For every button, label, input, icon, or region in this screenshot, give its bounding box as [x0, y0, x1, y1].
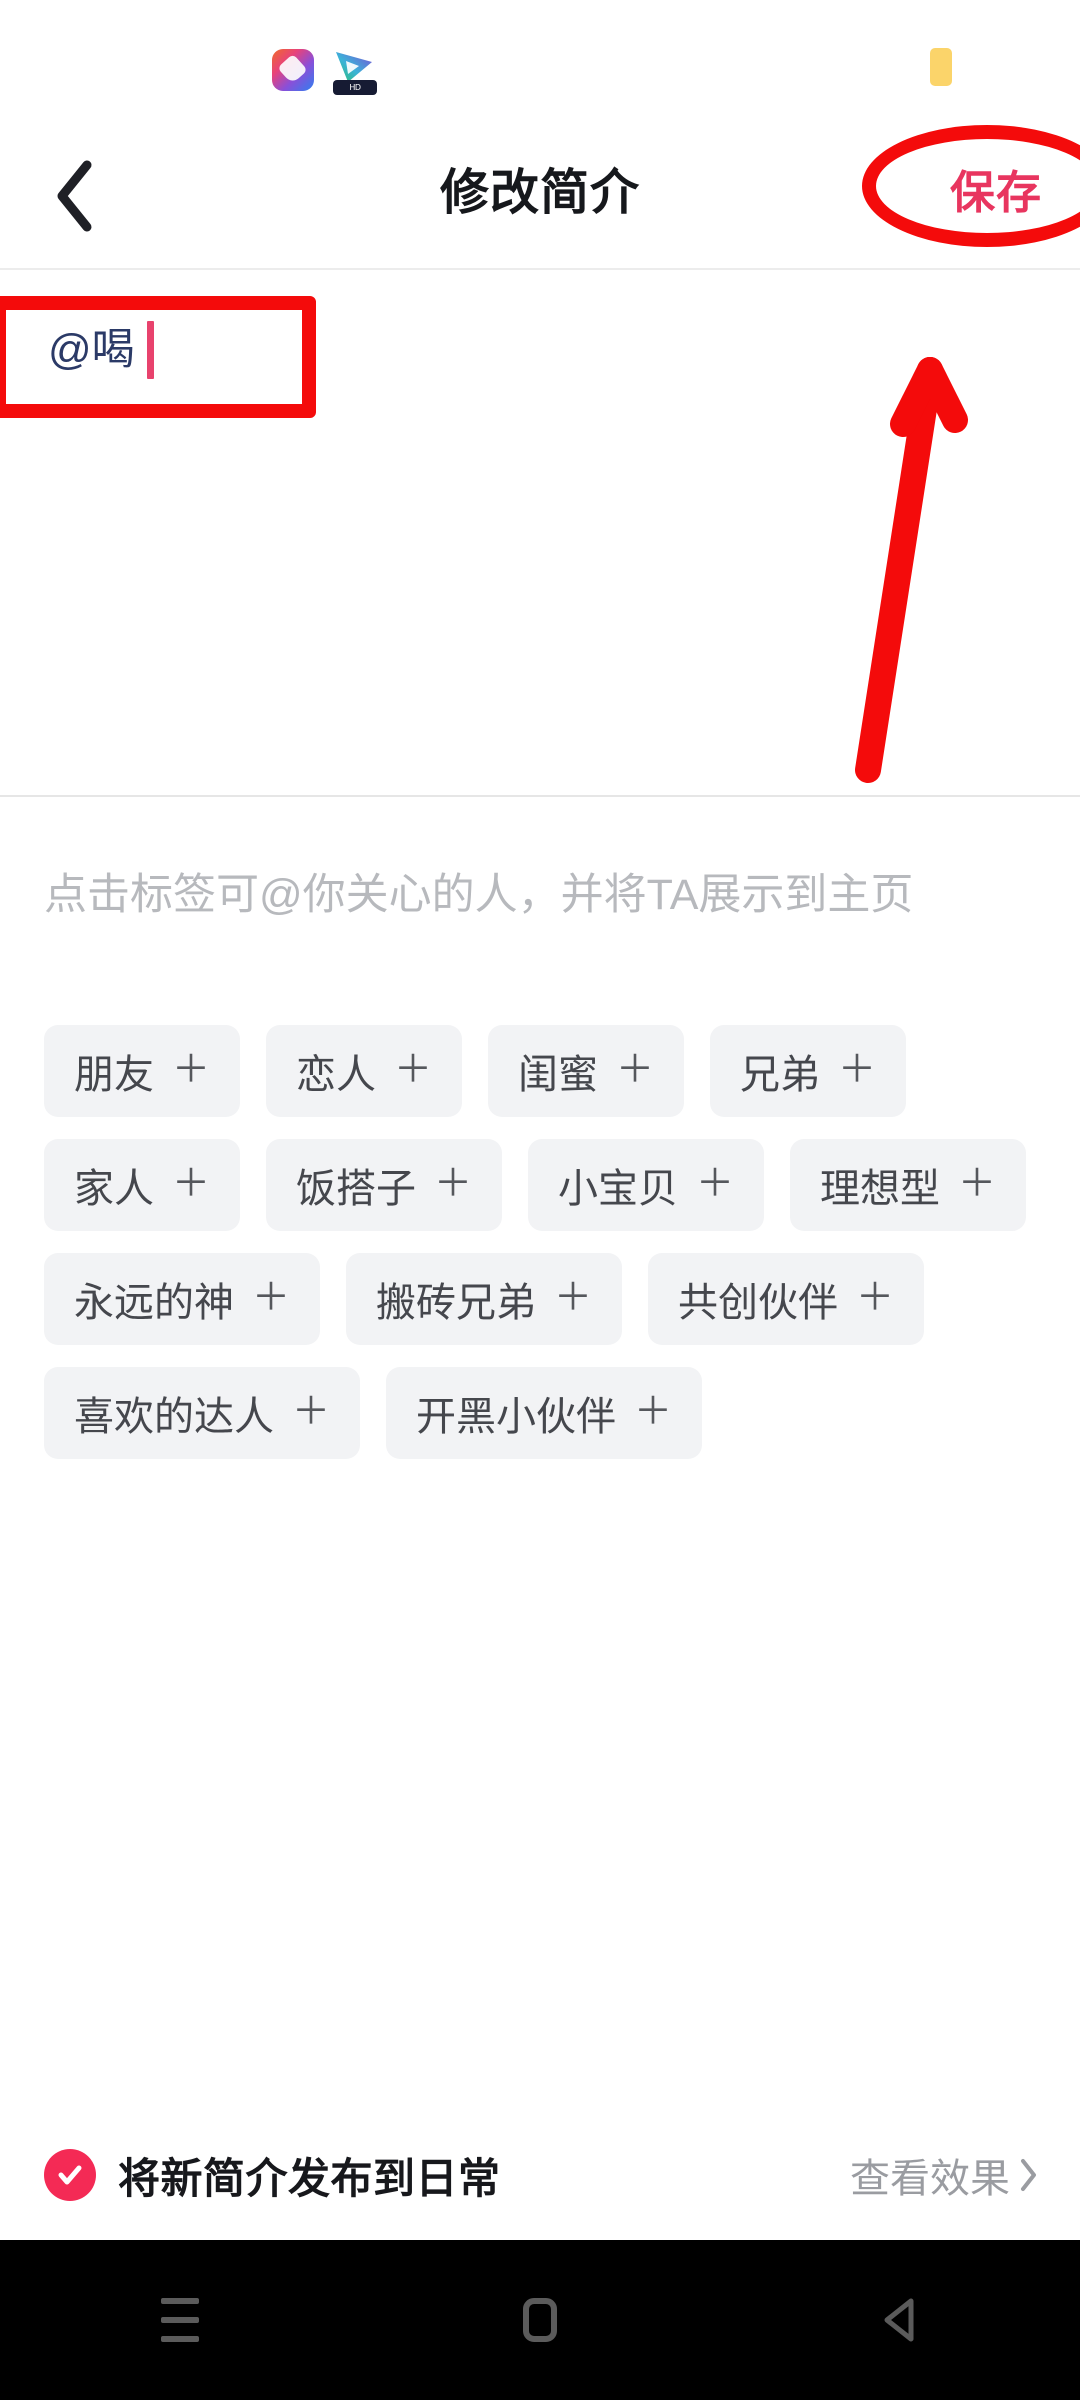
tag-chip[interactable]: 共创伙伴 ＋: [648, 1253, 925, 1345]
publish-to-daily-label: 将新简介发布到日常: [118, 2154, 501, 2202]
tags-hint-text: 点击标签可@你关心的人，并将TA展示到主页: [44, 871, 914, 919]
check-circle-icon[interactable]: [44, 2149, 96, 2201]
save-button[interactable]: 保存: [950, 160, 1042, 226]
tag-chip-label: 家人: [74, 1167, 154, 1211]
plus-icon: ＋: [554, 1277, 593, 1319]
battery-indicator-icon: [930, 48, 952, 86]
tag-chip[interactable]: 朋友 ＋: [44, 1025, 241, 1117]
tag-chip[interactable]: 闺蜜 ＋: [488, 1025, 685, 1117]
plus-icon: ＋: [172, 1163, 211, 1205]
page-title: 修改简介: [439, 166, 640, 220]
video-player-app-icon: HD: [332, 48, 377, 95]
plus-icon: ＋: [616, 1049, 655, 1091]
tag-chip[interactable]: 恋人 ＋: [266, 1025, 463, 1117]
tag-chip[interactable]: 搬砖兄弟 ＋: [346, 1253, 623, 1345]
plus-icon: ＋: [172, 1049, 211, 1091]
tag-chip-label: 理想型: [820, 1167, 941, 1211]
tag-chip[interactable]: 小宝贝 ＋: [528, 1139, 765, 1231]
status-bar-notification-icons: HD: [272, 48, 377, 95]
plus-icon: ＋: [252, 1277, 291, 1319]
tag-chip-label: 永远的神: [74, 1281, 234, 1325]
tag-list: 朋友＋恋人＋闺蜜＋兄弟＋家人＋饭搭子＋小宝贝＋理想型＋永远的神＋搬砖兄弟＋共创伙…: [44, 1025, 1044, 1459]
tag-chip-label: 小宝贝: [558, 1167, 679, 1211]
bottom-action-bar: 将新简介发布到日常 查看效果: [0, 2110, 1080, 2240]
plus-icon: ＋: [958, 1163, 997, 1205]
plus-icon: ＋: [696, 1163, 735, 1205]
tag-chip-label: 共创伙伴: [678, 1281, 839, 1325]
tag-chip-label: 朋友: [74, 1053, 154, 1097]
header-bar: 修改简介 保存: [0, 118, 1080, 270]
android-nav-bar: [0, 2240, 1080, 2400]
recents-button[interactable]: [100, 2240, 260, 2400]
tag-chip-label: 兄弟: [740, 1053, 821, 1097]
bio-input-section[interactable]: @喝: [0, 270, 1080, 797]
plus-icon: ＋: [394, 1049, 433, 1091]
preview-effect-link[interactable]: 查看效果: [850, 2146, 1038, 2204]
plus-icon: ＋: [634, 1391, 673, 1433]
status-bar: HD: [0, 0, 1080, 118]
plus-icon: ＋: [838, 1049, 877, 1091]
tag-chip[interactable]: 开黑小伙伴 ＋: [386, 1367, 703, 1459]
back-nav-button[interactable]: [820, 2240, 980, 2400]
publish-to-daily-toggle[interactable]: 将新简介发布到日常: [44, 2145, 501, 2206]
tag-chip-label: 恋人: [296, 1053, 377, 1097]
plus-icon: ＋: [856, 1277, 895, 1319]
home-icon: [523, 2298, 557, 2342]
tag-chip[interactable]: 饭搭子 ＋: [266, 1139, 503, 1231]
tag-chip-label: 饭搭子: [296, 1167, 417, 1211]
tag-chip-label: 开黑小伙伴: [416, 1395, 617, 1439]
tag-chip[interactable]: 兄弟 ＋: [710, 1025, 907, 1117]
home-button[interactable]: [460, 2240, 620, 2400]
preview-effect-label: 查看效果: [850, 2157, 1010, 2201]
text-cursor: [146, 321, 154, 379]
bio-input-value: @喝: [48, 326, 135, 374]
tag-chip[interactable]: 永远的神 ＋: [44, 1253, 321, 1345]
app-icon-badge: HD: [333, 80, 377, 95]
tag-chip-label: 搬砖兄弟: [376, 1281, 537, 1325]
tag-chip[interactable]: 理想型 ＋: [790, 1139, 1027, 1231]
recents-icon: [161, 2298, 199, 2342]
photo-editor-app-icon: [272, 49, 314, 91]
bio-input-field[interactable]: @喝: [48, 320, 1028, 380]
tag-chip-label: 喜欢的达人: [74, 1395, 274, 1439]
checkmark-icon: [58, 2165, 82, 2185]
plus-icon: ＋: [292, 1391, 331, 1433]
back-triangle-icon: [884, 2298, 914, 2342]
phone-screen: HD 修改简介 保存 @喝 点击标签可@你关心的人，并将TA展示到主页 朋友＋恋…: [0, 0, 1080, 2400]
tag-chip[interactable]: 喜欢的达人 ＋: [44, 1367, 361, 1459]
plus-icon: ＋: [434, 1163, 473, 1205]
chevron-right-icon: [1021, 2159, 1036, 2191]
tag-chip[interactable]: 家人 ＋: [44, 1139, 241, 1231]
tag-chip-label: 闺蜜: [518, 1053, 599, 1097]
